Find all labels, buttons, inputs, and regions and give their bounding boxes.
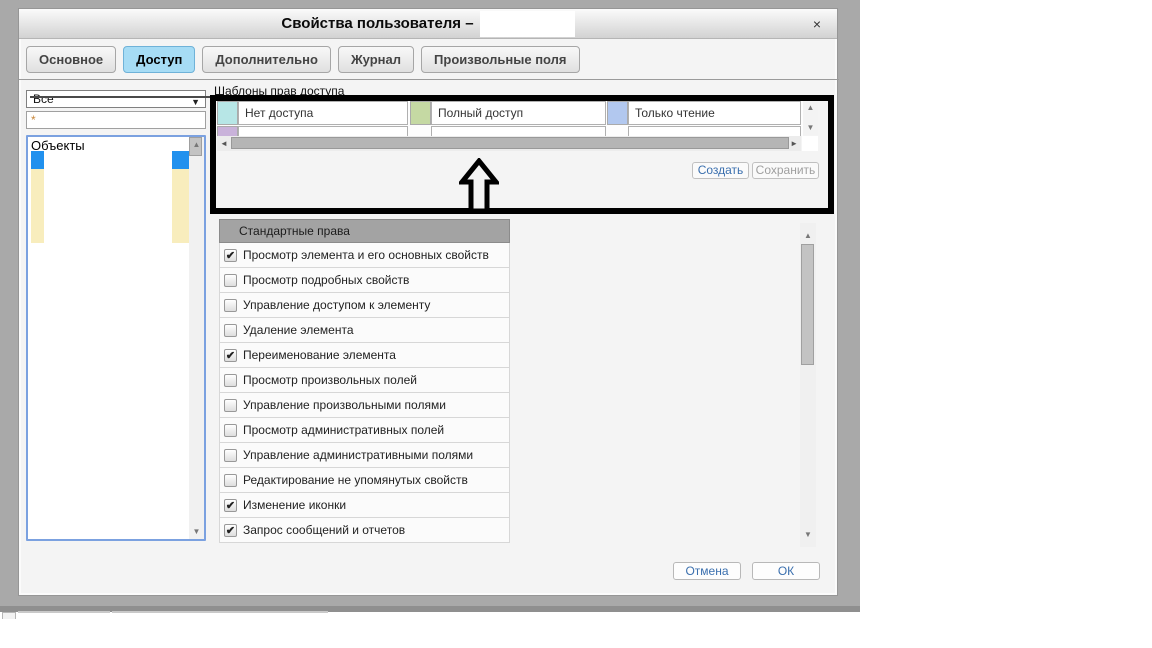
redacted-username xyxy=(480,11,575,37)
objects-list-scrollbar[interactable]: ▲ ▼ xyxy=(189,137,204,539)
right-label: Запрос сообщений и отчетов xyxy=(243,523,405,537)
scrollbar-thumb[interactable] xyxy=(231,137,789,149)
right-row[interactable]: Просмотр подробных свойств xyxy=(219,268,510,293)
ok-button[interactable]: ОК xyxy=(752,562,820,580)
checkbox[interactable] xyxy=(224,449,237,462)
right-label: Просмотр произвольных полей xyxy=(243,373,417,387)
template-color-swatch xyxy=(410,101,431,125)
right-row[interactable]: Управление административными полями xyxy=(219,443,510,468)
scroll-up-icon[interactable]: ▲ xyxy=(803,103,818,112)
right-row[interactable]: ✔ Изменение иконки xyxy=(219,493,510,518)
cancel-button[interactable]: Отмена xyxy=(673,562,741,580)
right-row[interactable]: Просмотр административных полей xyxy=(219,418,510,443)
object-column-highlight xyxy=(172,169,189,243)
checkbox[interactable] xyxy=(224,374,237,387)
tab-dostup[interactable]: Доступ xyxy=(123,46,195,73)
right-row[interactable]: Управление произвольными полями xyxy=(219,393,510,418)
scroll-down-icon[interactable]: ▼ xyxy=(189,527,204,536)
scroll-down-icon[interactable]: ▼ xyxy=(800,530,816,539)
checkbox[interactable] xyxy=(224,424,237,437)
create-template-button[interactable]: Создать xyxy=(692,162,749,179)
object-column-highlight xyxy=(31,169,44,243)
right-row[interactable]: ✔ Запрос сообщений и отчетов xyxy=(219,518,510,543)
tab-dopolnitelno[interactable]: Дополнительно xyxy=(202,46,331,73)
save-template-button: Сохранить xyxy=(752,162,819,179)
object-filter-dropdown[interactable]: Все ▼ xyxy=(26,90,206,108)
right-row[interactable]: Удаление элемента xyxy=(219,318,510,343)
selected-object-cell[interactable] xyxy=(31,151,44,169)
right-row[interactable]: Управление доступом к элементу xyxy=(219,293,510,318)
tab-divider xyxy=(19,79,839,80)
close-icon[interactable]: × xyxy=(813,17,821,31)
template-color-swatch xyxy=(607,101,628,125)
template-name-field[interactable] xyxy=(628,126,801,136)
right-label: Переименование элемента xyxy=(243,348,396,362)
template-name-field[interactable] xyxy=(431,126,606,136)
right-row[interactable]: ✔ Просмотр элемента и его основных свойст… xyxy=(219,243,510,268)
templates-vertical-scrollbar[interactable]: ▲ ▼ xyxy=(803,100,818,135)
checkbox[interactable] xyxy=(224,324,237,337)
scroll-up-icon[interactable]: ▲ xyxy=(800,231,816,240)
checkbox[interactable]: ✔ xyxy=(224,349,237,362)
checkbox[interactable]: ✔ xyxy=(224,524,237,537)
template-color-swatch xyxy=(217,126,238,136)
right-label: Изменение иконки xyxy=(243,498,346,512)
template-name-field[interactable]: Только чтение xyxy=(628,101,801,125)
checkbox[interactable] xyxy=(224,474,237,487)
access-templates-list: Нет доступа Полный доступ Только чтение xyxy=(216,100,803,136)
template-color-swatch xyxy=(217,101,238,125)
tab-proizvolnye-polya[interactable]: Произвольные поля xyxy=(421,46,579,73)
dialog-titlebar: Свойства пользователя – xyxy=(19,9,837,39)
template-name-field[interactable]: Полный доступ xyxy=(431,101,606,125)
background-page-fragment xyxy=(2,612,16,619)
standard-rights-header: Стандартные права xyxy=(219,219,510,243)
right-label: Управление доступом к элементу xyxy=(243,298,430,312)
templates-horizontal-scrollbar[interactable]: ◄ ► xyxy=(217,136,801,151)
right-label: Просмотр элемента и его основных свойств xyxy=(243,248,489,262)
right-label: Просмотр подробных свойств xyxy=(243,273,409,287)
checkbox[interactable] xyxy=(224,274,237,287)
user-properties-dialog: Свойства пользователя – × Основное Досту… xyxy=(18,8,838,596)
annotation-arrow-up-icon xyxy=(459,158,499,214)
background-page-fragment xyxy=(18,611,110,613)
right-label: Просмотр административных полей xyxy=(243,423,444,437)
scroll-down-icon[interactable]: ▼ xyxy=(803,123,818,132)
checkbox[interactable]: ✔ xyxy=(224,499,237,512)
right-label: Редактирование не упомянутых свойств xyxy=(243,473,468,487)
template-name-field[interactable] xyxy=(238,126,408,136)
tab-osnovnoe[interactable]: Основное xyxy=(26,46,116,73)
templates-group-border xyxy=(30,96,210,98)
tab-bar: Основное Доступ Дополнительно Журнал Про… xyxy=(26,46,580,73)
dialog-title: Свойства пользователя – xyxy=(281,15,473,32)
background-page-fragment xyxy=(112,611,328,613)
scroll-up-icon[interactable]: ▲ xyxy=(189,140,204,149)
templates-group-label: Шаблоны прав доступа xyxy=(214,84,344,98)
scroll-left-icon[interactable]: ◄ xyxy=(220,139,228,148)
scrollbar-thumb[interactable] xyxy=(801,244,814,365)
scrollbar-corner xyxy=(802,136,818,151)
dropdown-value: Все xyxy=(33,92,54,106)
right-label: Управление произвольными полями xyxy=(243,398,446,412)
right-row[interactable]: Просмотр произвольных полей xyxy=(219,368,510,393)
object-search-input[interactable] xyxy=(26,111,206,129)
right-label: Управление административными полями xyxy=(243,448,473,462)
template-row-partial[interactable] xyxy=(216,126,803,136)
template-row[interactable]: Нет доступа Полный доступ Только чтение xyxy=(216,101,803,125)
checkbox[interactable] xyxy=(224,399,237,412)
scroll-right-icon[interactable]: ► xyxy=(790,139,798,148)
template-name-field[interactable]: Нет доступа xyxy=(238,101,408,125)
right-row[interactable]: ✔ Переименование элемента xyxy=(219,343,510,368)
right-label: Удаление элемента xyxy=(243,323,354,337)
rights-panel-scrollbar[interactable]: ▲ ▼ xyxy=(800,223,816,547)
selected-object-cell[interactable] xyxy=(172,151,189,169)
right-row[interactable]: Редактирование не упомянутых свойств xyxy=(219,468,510,493)
tab-zhurnal[interactable]: Журнал xyxy=(338,46,414,73)
objects-list[interactable]: Объекты ▲ ▼ xyxy=(26,135,206,541)
checkbox[interactable]: ✔ xyxy=(224,249,237,262)
standard-rights-list: ✔ Просмотр элемента и его основных свойст… xyxy=(219,243,510,543)
checkbox[interactable] xyxy=(224,299,237,312)
